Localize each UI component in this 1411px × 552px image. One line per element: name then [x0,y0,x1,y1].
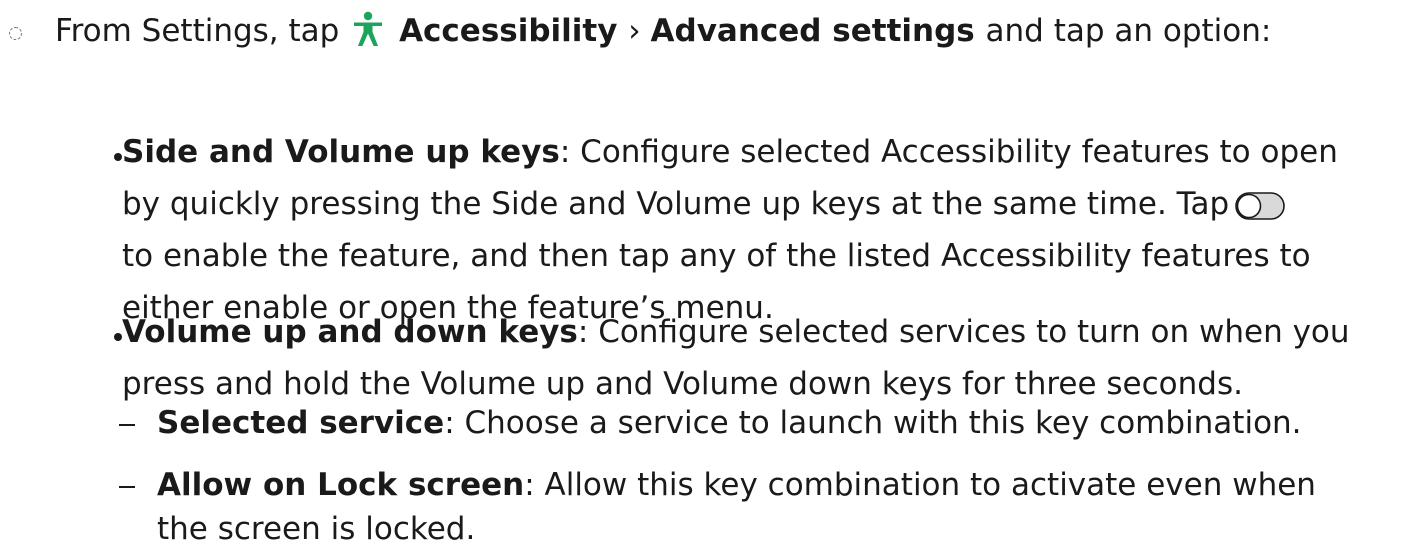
dash-marker-icon [119,424,135,426]
subitem-term: Allow on Lock screen [157,467,525,503]
subitem-term: Selected service [157,405,445,441]
accessibility-person-icon [354,11,383,46]
bullet-line: to enable the feature, and then tap any … [122,235,1392,287]
bullet-term: Volume up and down keys [122,314,578,350]
bullet-line: Side and Volume up keys: Configure selec… [122,131,1392,183]
bullet-side-volume-up-keys: Side and Volume up keys: Configure selec… [122,131,1392,339]
menu-path-separator: › [628,13,651,49]
instruction-document: From Settings, tap Accessibility › Advan… [0,0,1411,550]
step-instruction: From Settings, tap Accessibility › Advan… [55,10,1395,53]
subitem-text: : Choose a service to launch with this k… [444,405,1302,441]
bullet-term: Side and Volume up keys [122,134,560,170]
bullet-dot-icon [114,333,122,341]
bullet-text: press and hold the Volume up and Volume … [122,366,1243,402]
step-suffix: and tap an option: [985,13,1272,49]
bullet-dot-icon [114,153,122,161]
subitem-line: Selected service: Choose a service to la… [157,402,1397,454]
bullet-text: by quickly pressing the Side and Volume … [122,186,1230,222]
accessibility-menu-label: Accessibility [399,13,629,49]
step-prefix: From Settings, tap [55,13,350,49]
subitem-line: the screen is locked. [157,508,1397,552]
dash-marker-icon [119,486,135,488]
advanced-settings-label: Advanced settings [650,13,986,49]
step-marker-icon [9,27,22,40]
bullet-line: by quickly pressing the Side and Volume … [122,183,1392,235]
bullet-volume-up-down-keys: Volume up and down keys: Configure selec… [122,311,1392,415]
bullet-line: Volume up and down keys: Configure selec… [122,311,1392,363]
subitem-line: Allow on Lock screen: Allow this key com… [157,464,1397,508]
subitem-text: the screen is locked. [157,511,476,547]
bullet-text: : Configure selected Accessibility featu… [559,134,1338,170]
bullet-text: : Configure selected services to turn on… [577,314,1350,350]
subitem-selected-service: Selected service: Choose a service to la… [157,402,1397,454]
subitem-allow-on-lock-screen: Allow on Lock screen: Allow this key com… [157,464,1397,552]
toggle-switch-off-icon [1235,192,1285,220]
bullet-text: to enable the feature, and then tap any … [122,238,1311,274]
subitem-text: : Allow this key combination to activate… [524,467,1316,503]
